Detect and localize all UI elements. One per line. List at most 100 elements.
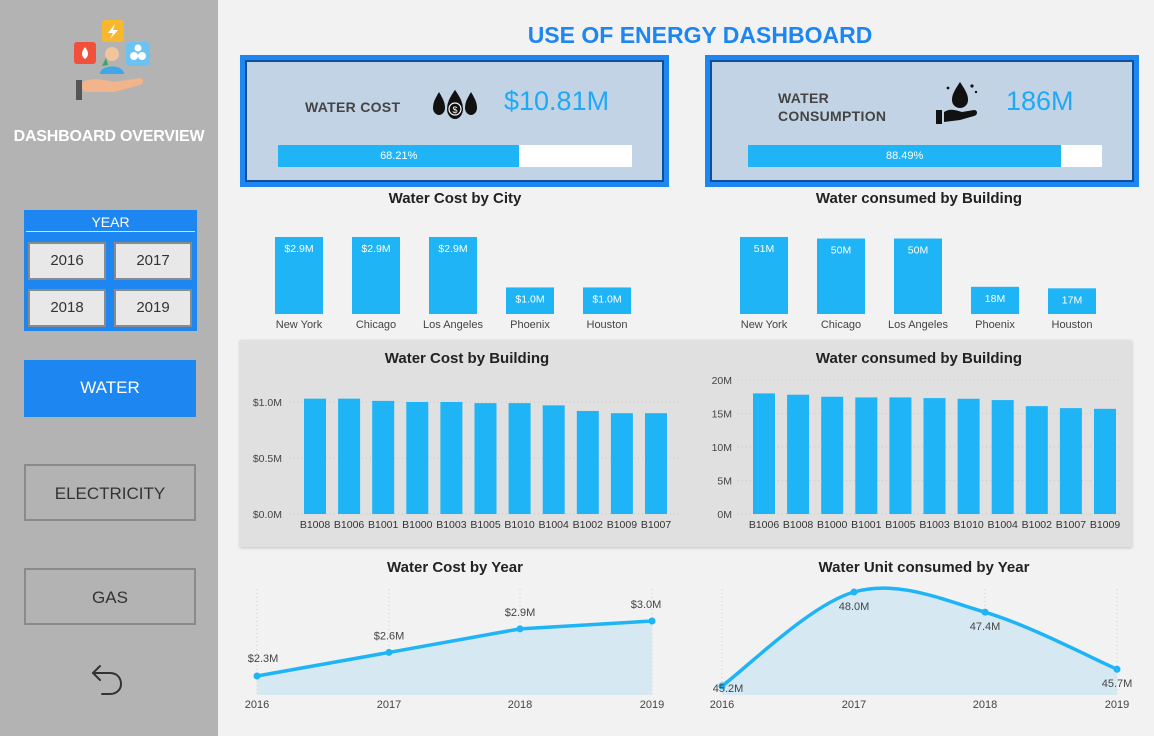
x-tick-2018: 2018 [973,699,997,711]
bar-b1003 [440,402,463,514]
year-slicer-title: YEAR [26,212,195,232]
x-tick-b1010: B1010 [504,519,535,531]
x-tick-b1007: B1007 [641,519,672,531]
point-2017 [850,588,858,596]
bar-label-houston: 17M [1062,294,1082,306]
bar-b1001 [372,400,395,514]
bar-b1003 [923,398,946,514]
unit-by-year-title: Water Unit consumed by Year [818,559,1030,576]
x-tick-b1008: B1008 [783,519,814,531]
water-consumption-progress-label: 88.49% [885,150,924,162]
x-tick-2017: 2017 [377,699,401,711]
x-tick-b1007: B1007 [1056,519,1087,531]
water-consumption-card: WATER CONSUMPTION 186M 88.49% [705,55,1139,187]
x-tick-chicago: Chicago [821,319,861,331]
bar-label-new-york: 51M [754,243,774,255]
bar-label-los-angeles: 50M [908,245,928,257]
x-tick-new-york: New York [276,319,323,331]
x-tick-b1000: B1000 [817,519,848,531]
year-button-2019[interactable]: 2019 [114,289,192,327]
year-button-2017[interactable]: 2017 [114,242,192,280]
x-tick-b1009: B1009 [607,519,638,531]
y-tick-15m: 15M [712,409,732,421]
x-tick-2019: 2019 [640,699,664,711]
consumed-by-building-title: Water consumed by Building [815,350,1023,367]
bar-b1009 [1094,408,1116,514]
back-arrow-icon[interactable] [88,660,126,698]
x-tick-b1005: B1005 [885,519,916,531]
data-label-2019: 45.7M [1102,678,1133,690]
water-cost-value: $10.81M [504,86,610,116]
year-button-2018[interactable]: 2018 [28,289,106,327]
bar-b1006 [338,398,361,514]
water-cost-card: WATER COST $ $10.81M 68.21% [240,55,669,187]
x-tick-b1006: B1006 [749,519,780,531]
data-label-2018: 47.4M [970,621,1001,633]
x-tick-b1003: B1003 [919,519,950,531]
bar-b1001 [855,397,878,514]
bar-label-phoenix: $1.0M [515,293,544,305]
x-tick-2016: 2016 [710,699,734,711]
svg-text:$: $ [452,105,457,115]
data-label-2016: 45.2M [713,683,744,695]
point-2018 [516,625,524,633]
sidebar: DASHBOARD OVERVIEW YEAR 2016 2017 2018 2… [0,0,218,736]
data-label-2018: $2.9M [505,607,536,619]
bar-b1000 [406,402,429,514]
x-tick-b1001: B1001 [368,519,399,531]
bar-b1005 [889,397,912,514]
gas-nav-button[interactable]: GAS [24,568,196,625]
x-tick-phoenix: Phoenix [975,319,1015,331]
y-tick-0m: 0M [717,509,732,521]
dashboard-title: USE OF ENERGY DASHBOARD [527,22,873,48]
x-tick-b1000: B1000 [402,519,433,531]
bar-b1000 [821,396,844,514]
bar-b1007 [1059,408,1082,514]
bar-b1005 [474,403,497,514]
bar-b1009 [610,413,633,514]
x-tick-new-york: New York [741,319,788,331]
x-tick-b1009: B1009 [1090,519,1121,531]
bar-b1008 [787,394,810,514]
x-tick-los-angeles: Los Angeles [888,319,948,331]
water-nav-button[interactable]: WATER [24,360,196,417]
consumed-by-city-chart: 51M New York 50M Chicago 50M Los Angeles 18M Ph… [740,237,1096,331]
unit-by-year-chart: 45.2M 2016 48.0M 2017 47.4M 2018 45.7M 2019 [710,586,1133,711]
water-consumption-label-line1: WATER [778,90,830,106]
water-consumption-progress: 88.49% [748,145,1102,167]
x-tick-b1002: B1002 [573,519,604,531]
year-button-2016[interactable]: 2016 [28,242,106,280]
cost-by-building-chart: $0.0M $0.5M $1.0M B1008 B1006 B1001 B1000 B1003… [253,397,680,531]
x-tick-phoenix: Phoenix [510,319,550,331]
bar-b1002 [576,410,599,514]
x-tick-b1003: B1003 [436,519,467,531]
cost-by-building-title: Water Cost by Building [384,350,550,367]
y-tick-10m: 10M [712,442,732,454]
consumed-by-building-chart: 0M5M10M15M20MB1006 B1008 B1000 B1001 B1005 B1… [712,375,1122,531]
x-tick-b1005: B1005 [470,519,501,531]
bar-label-chicago: 50M [831,245,851,257]
hand-water-drop-icon [936,82,978,124]
water-cost-progress: 68.21% [278,145,632,167]
bar-label-los-angeles: $2.9M [438,243,467,255]
energy-logo-icon [74,20,150,100]
point-2017 [385,648,393,656]
electricity-nav-button[interactable]: ELECTRICITY [24,464,196,521]
x-tick-2019: 2019 [1105,699,1129,711]
bar-b1007 [645,413,667,514]
y-tick--0-0m: $0.0M [253,509,282,521]
x-tick-b1010: B1010 [953,519,984,531]
cost-by-year-title: Water Cost by Year [387,559,523,576]
bar-b1010 [508,403,531,514]
cost-by-city-title: Water Cost by City [388,190,522,207]
x-tick-b1008: B1008 [300,519,331,531]
x-tick-chicago: Chicago [356,319,396,331]
data-label-2017: 48.0M [839,601,870,613]
point-2018 [981,608,989,616]
x-tick-b1006: B1006 [334,519,365,531]
x-tick-b1002: B1002 [1022,519,1053,531]
year-slicer: YEAR 2016 2017 2018 2019 [24,210,197,331]
bar-b1004 [991,400,1014,514]
data-label-2016: $2.3M [248,653,279,665]
y-tick--0-5m: $0.5M [253,453,282,465]
